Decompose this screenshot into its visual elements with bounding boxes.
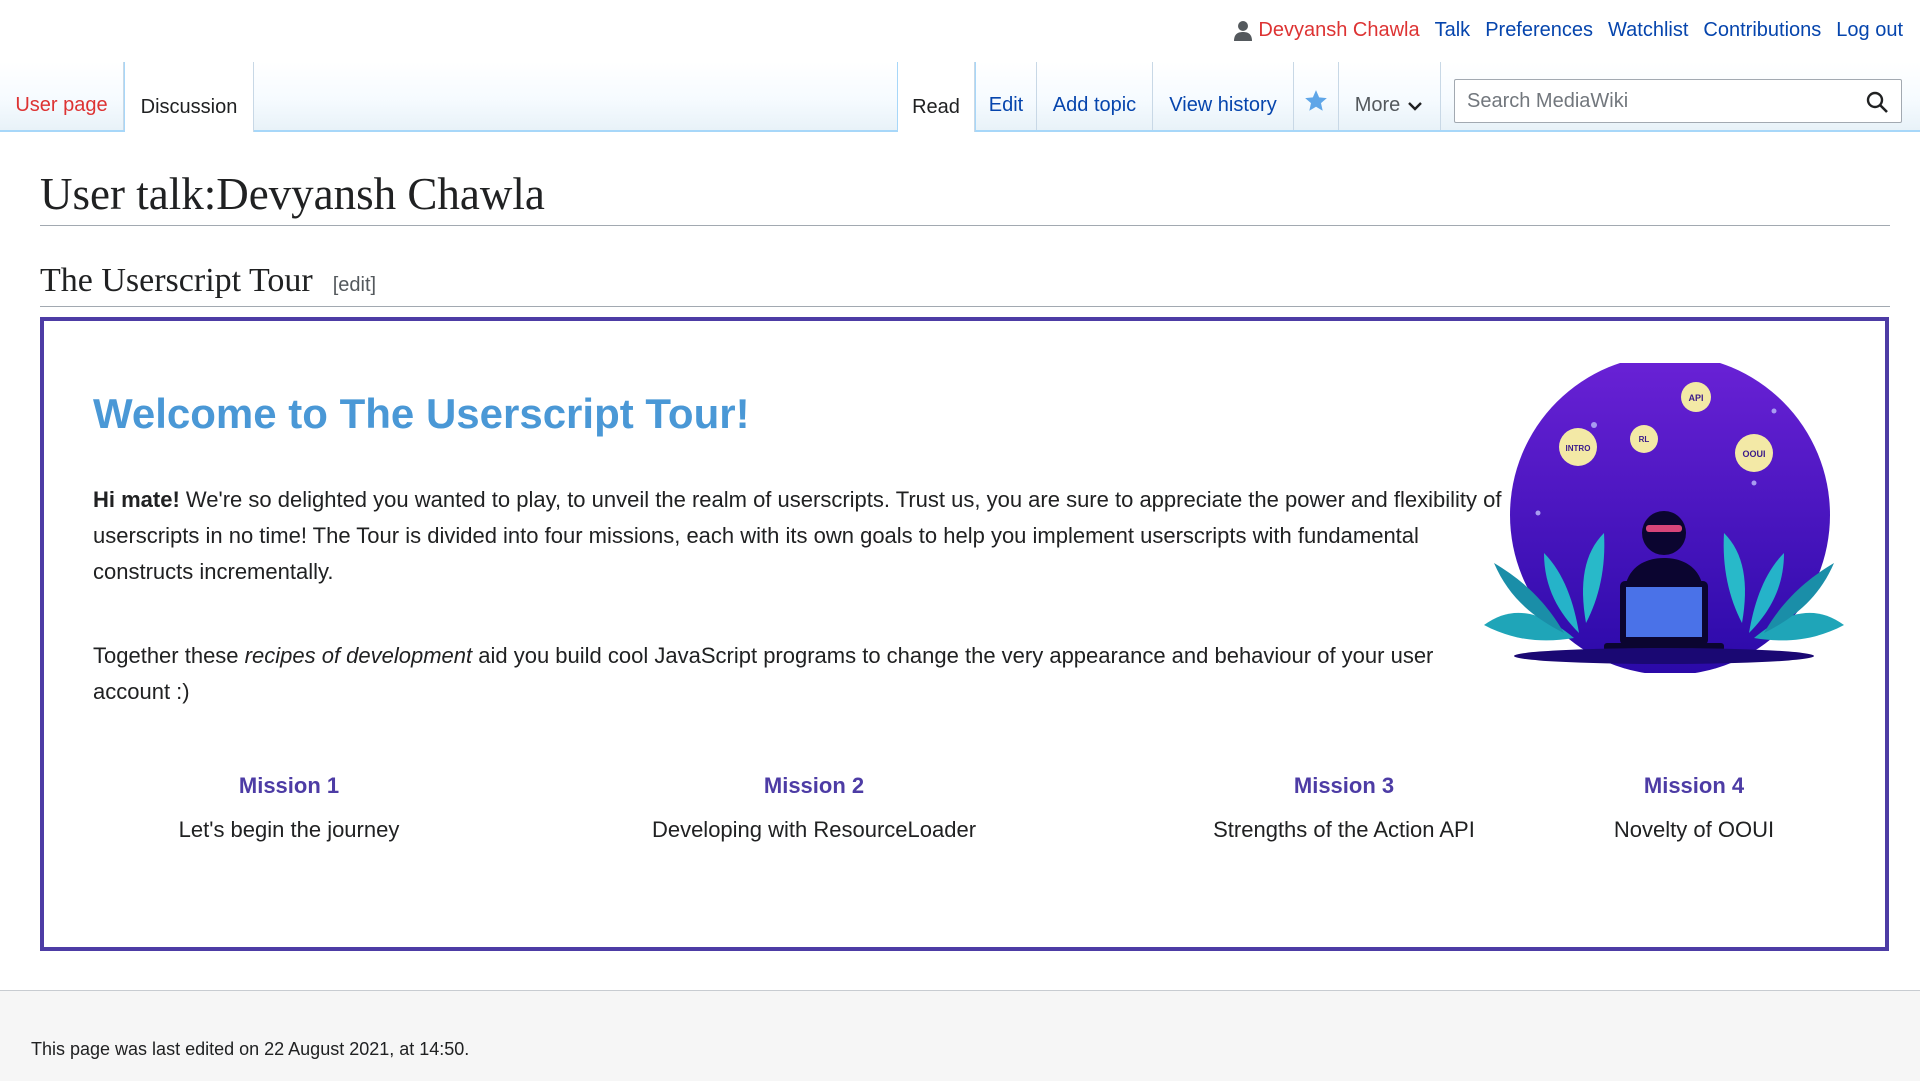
tour-welcome-heading: Welcome to The Userscript Tour! xyxy=(93,390,750,437)
title-divider xyxy=(40,225,1890,226)
tab-user-page[interactable]: User page xyxy=(0,62,124,130)
svg-text:INTRO: INTRO xyxy=(1566,444,1591,453)
section-divider xyxy=(40,306,1890,307)
tab-edit[interactable]: Edit xyxy=(975,62,1037,130)
bubble-rl: RL xyxy=(1630,425,1658,453)
intro-text: We're so delighted you wanted to play, t… xyxy=(93,487,1502,584)
star-icon xyxy=(1305,90,1327,111)
svg-text:RL: RL xyxy=(1639,435,1650,444)
mission-1-link[interactable]: Mission 1 xyxy=(164,773,414,799)
mission-4-desc: Novelty of OOUI xyxy=(1613,817,1775,842)
page-title: User talk:Devyansh Chawla xyxy=(40,169,545,219)
mission-1: Mission 1 Let's begin the journey xyxy=(164,773,414,843)
user-menu[interactable]: Devyansh Chawla xyxy=(1233,19,1420,42)
more-menu[interactable]: More xyxy=(1339,62,1441,130)
svg-text:API: API xyxy=(1688,393,1703,403)
mission-4: Mission 4 Novelty of OOUI xyxy=(1584,773,1804,843)
tabs-spacer xyxy=(254,62,898,130)
tab-discussion[interactable]: Discussion xyxy=(124,62,254,132)
bubble-api: API xyxy=(1681,382,1711,412)
tour-illustration: API INTRO RL OOUI xyxy=(1484,363,1844,673)
footer: This page was last edited on 22 August 2… xyxy=(0,990,1920,1081)
tour-recipes-paragraph: Together these recipes of development ai… xyxy=(93,638,1513,710)
section-edit-link[interactable]: [edit] xyxy=(333,274,376,297)
contributions-link[interactable]: Contributions xyxy=(1703,19,1821,42)
search-input[interactable] xyxy=(1465,88,1849,114)
tour-box: Welcome to The Userscript Tour! Hi mate!… xyxy=(40,317,1889,951)
greeting-bold: Hi mate! xyxy=(93,487,180,512)
watchlist-link[interactable]: Watchlist xyxy=(1608,19,1688,42)
tab-add-topic-label: Add topic xyxy=(1052,94,1137,116)
more-menu-content: More xyxy=(1355,94,1425,117)
search-box xyxy=(1454,79,1902,123)
mission-2-desc: Developing with ResourceLoader xyxy=(651,817,977,842)
recipes-text-start: Together these xyxy=(93,643,245,668)
svg-text:OOUI: OOUI xyxy=(1742,449,1765,459)
section-heading: The Userscript Tour [edit] xyxy=(40,262,376,300)
tab-view-history[interactable]: View history xyxy=(1153,62,1294,130)
section-title: The Userscript Tour xyxy=(40,262,313,299)
tour-intro-paragraph: Hi mate! We're so delighted you wanted t… xyxy=(93,482,1513,590)
chevron-down-icon xyxy=(1408,101,1423,111)
mission-4-link[interactable]: Mission 4 xyxy=(1584,773,1804,799)
tab-read-label: Read xyxy=(912,96,960,118)
personal-tools: Devyansh Chawla Talk Preferences Watchli… xyxy=(1233,19,1903,42)
tab-user-page-label: User page xyxy=(15,94,108,116)
talk-link[interactable]: Talk xyxy=(1435,19,1471,42)
username-link[interactable]: Devyansh Chawla xyxy=(1258,19,1419,42)
logout-link[interactable]: Log out xyxy=(1836,19,1903,42)
tab-read[interactable]: Read xyxy=(898,62,975,132)
bubble-intro: INTRO xyxy=(1559,428,1597,466)
last-edited-info: This page was last edited on 22 August 2… xyxy=(31,1039,470,1059)
tab-add-topic[interactable]: Add topic xyxy=(1037,62,1153,130)
mission-3-desc: Strengths of the Action API xyxy=(1213,817,1475,842)
mission-3: Mission 3 Strengths of the Action API xyxy=(1154,773,1534,843)
user-icon xyxy=(1234,20,1253,41)
bubble-ooui: OOUI xyxy=(1735,434,1773,472)
tab-discussion-label: Discussion xyxy=(140,96,238,118)
mission-2: Mission 2 Developing with ResourceLoader xyxy=(604,773,1024,843)
tab-edit-label: Edit xyxy=(988,94,1024,116)
mission-1-desc: Let's begin the journey xyxy=(178,817,400,842)
preferences-link[interactable]: Preferences xyxy=(1485,19,1593,42)
mission-2-link[interactable]: Mission 2 xyxy=(604,773,1024,799)
mission-3-link[interactable]: Mission 3 xyxy=(1154,773,1534,799)
watch-star-button[interactable] xyxy=(1294,62,1339,130)
recipes-italic: recipes of development xyxy=(244,643,473,668)
tab-view-history-label: View history xyxy=(1169,94,1277,116)
search-icon[interactable] xyxy=(1865,90,1889,114)
more-menu-label: More xyxy=(1354,94,1401,116)
